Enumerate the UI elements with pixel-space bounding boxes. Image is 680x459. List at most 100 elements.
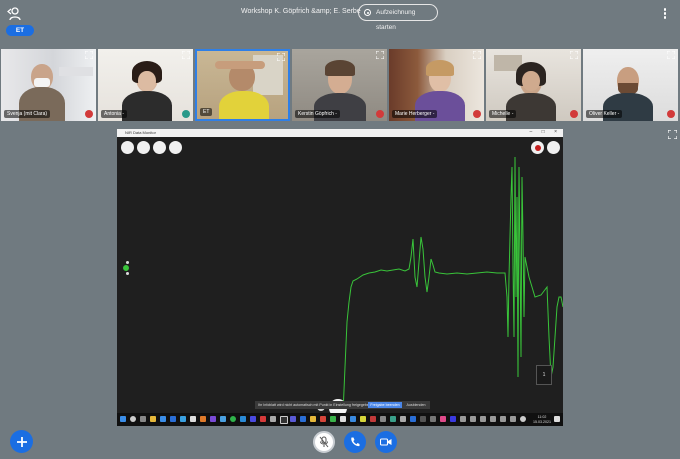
muted-icon: [376, 110, 384, 118]
screenshare-window: NIR Data Monitor – □ × 1 Ihr Infoblatt w…: [117, 129, 563, 426]
expand-icon[interactable]: [473, 51, 481, 59]
mail-icon[interactable]: [160, 416, 166, 422]
app-icon[interactable]: [440, 416, 446, 422]
user-list-icon[interactable]: [6, 6, 22, 22]
video-tile[interactable]: Oliver Keller -: [583, 49, 678, 121]
video-tile[interactable]: Svenja (mit Clara): [1, 49, 96, 121]
edge-icon[interactable]: [180, 416, 186, 422]
share-notification: Ihr Infoblatt wird nicht automatisch mit…: [255, 401, 430, 409]
channel-handle-down[interactable]: [126, 272, 129, 275]
actions-plus-button[interactable]: [10, 430, 33, 453]
video-tile[interactable]: Kerstin Göpfrich -: [292, 49, 387, 121]
share-notification-text: Ihr Infoblatt wird nicht automatisch mit…: [258, 403, 371, 407]
window-controls[interactable]: – □ ×: [530, 129, 562, 135]
app-icon[interactable]: [350, 416, 356, 422]
app-icon[interactable]: [510, 416, 516, 422]
app-icon[interactable]: [260, 416, 266, 422]
stop-sharing-button[interactable]: Freigabe beenden: [368, 402, 402, 408]
app-icon[interactable]: [340, 416, 346, 422]
app-icon[interactable]: [380, 416, 386, 422]
window-titlebar: NIR Data Monitor – □ ×: [117, 129, 563, 137]
participant-name: Kerstin Göpfrich -: [295, 110, 340, 118]
file-explorer-icon[interactable]: [150, 416, 156, 422]
presenter-badge[interactable]: ET: [6, 25, 34, 36]
channel-indicator[interactable]: [123, 265, 129, 271]
start-recording-button[interactable]: Aufzeichnung starten: [358, 4, 438, 31]
app-icon[interactable]: [200, 416, 206, 422]
app-icon[interactable]: [300, 416, 306, 422]
task-view-icon[interactable]: [140, 416, 146, 422]
app-icon[interactable]: [390, 416, 396, 422]
top-bar: Workshop K. Göpfrich &amp; E. Serbe Aufz…: [0, 0, 680, 31]
app-icon[interactable]: [460, 416, 466, 422]
notification-center-icon[interactable]: [554, 416, 560, 422]
windows-start-icon[interactable]: [120, 416, 126, 422]
scale-box[interactable]: 1: [536, 365, 552, 385]
windows-taskbar: 11:02 15.03.2021: [117, 413, 563, 426]
participant-name: Antonia -: [101, 110, 128, 118]
microphone-off-icon: [319, 436, 329, 448]
app-icon[interactable]: [420, 416, 426, 422]
video-tile[interactable]: Michelle -: [486, 49, 581, 121]
search-icon[interactable]: [130, 416, 136, 422]
outlook-icon[interactable]: [170, 416, 176, 422]
app-icon[interactable]: [400, 416, 406, 422]
options-menu-icon[interactable]: [660, 7, 670, 21]
expand-icon[interactable]: [667, 51, 675, 59]
video-tile[interactable]: Antonia -: [98, 49, 193, 121]
video-tile[interactable]: Marie Herberger -: [389, 49, 484, 121]
app-icon[interactable]: [470, 416, 476, 422]
presenter-badge-label: ET: [15, 27, 25, 34]
fft-icon[interactable]: [153, 141, 166, 154]
volume-icon[interactable]: [520, 416, 526, 422]
app-icon[interactable]: [210, 416, 216, 422]
app-icon[interactable]: [240, 416, 246, 422]
signal-filter-icon[interactable]: [169, 141, 182, 154]
app-menu-icon[interactable]: [547, 141, 560, 154]
app-icon[interactable]: [190, 416, 196, 422]
app-icon[interactable]: [450, 416, 456, 422]
app-icon[interactable]: [360, 416, 366, 422]
app-icon[interactable]: [220, 416, 226, 422]
window-title: NIR Data Monitor: [125, 130, 156, 135]
app-icon[interactable]: [480, 416, 486, 422]
app-icon[interactable]: [370, 416, 376, 422]
channel-handle-up[interactable]: [126, 261, 129, 264]
muted-icon: [667, 110, 675, 118]
clock-date: 15.03.2021: [533, 419, 551, 424]
signal-monitor: 1: [117, 137, 563, 417]
add-channel-icon[interactable]: [137, 141, 150, 154]
app-icon[interactable]: [250, 416, 256, 422]
mic-active-icon: [182, 110, 190, 118]
participant-name: ET: [200, 108, 213, 116]
video-tile-active-speaker[interactable]: ET: [195, 49, 290, 121]
app-icon[interactable]: [310, 416, 316, 422]
mute-microphone-button[interactable]: [313, 431, 335, 453]
app-icon[interactable]: [430, 416, 436, 422]
record-icon: [364, 9, 371, 16]
signal-graph: [342, 156, 563, 413]
taskbar-clock[interactable]: 11:02 15.03.2021: [533, 415, 551, 424]
settings-icon[interactable]: [121, 141, 134, 154]
fullscreen-icon[interactable]: [668, 130, 677, 139]
expand-icon[interactable]: [376, 51, 384, 59]
app-icon[interactable]: [490, 416, 496, 422]
leave-audio-button[interactable]: [344, 431, 366, 453]
app-icon[interactable]: [330, 416, 336, 422]
expand-icon[interactable]: [277, 53, 285, 61]
hide-notification-button[interactable]: Ausblenden: [404, 402, 428, 408]
app-icon[interactable]: [320, 416, 326, 422]
record-signal-button[interactable]: [531, 141, 544, 154]
scale-value: 1: [542, 372, 546, 378]
spotify-icon[interactable]: [230, 416, 236, 422]
app-icon[interactable]: [290, 416, 296, 422]
app-icon[interactable]: [280, 416, 288, 424]
expand-icon[interactable]: [570, 51, 578, 59]
app-icon[interactable]: [410, 416, 416, 422]
muted-icon: [570, 110, 578, 118]
app-icon[interactable]: [270, 416, 276, 422]
expand-icon[interactable]: [182, 51, 190, 59]
app-icon[interactable]: [500, 416, 506, 422]
share-webcam-button[interactable]: [375, 431, 397, 453]
expand-icon[interactable]: [85, 51, 93, 59]
